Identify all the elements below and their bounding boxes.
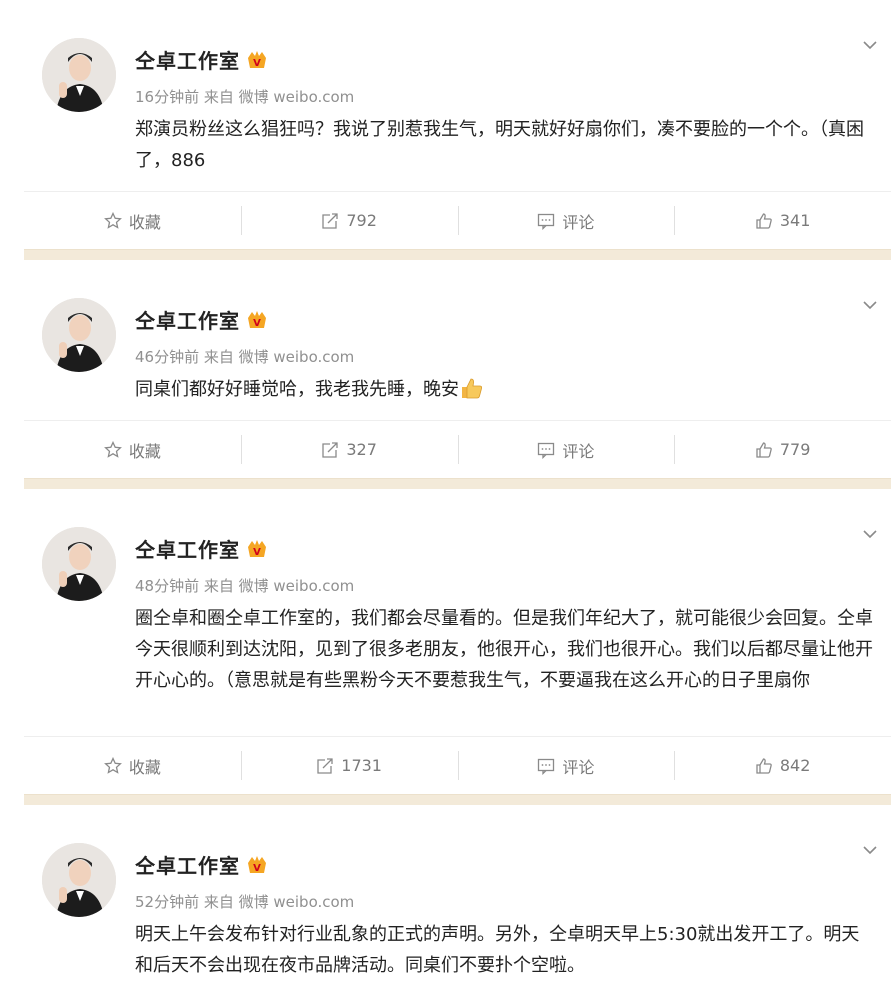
verified-badge-icon: V <box>248 310 266 329</box>
star-icon <box>103 211 122 229</box>
repost-button[interactable]: 327 <box>240 421 458 478</box>
avatar[interactable] <box>42 527 116 601</box>
favorite-button[interactable]: 收藏 <box>24 737 241 794</box>
avatar[interactable] <box>42 843 116 917</box>
post-divider <box>24 249 891 260</box>
svg-text:V: V <box>253 863 261 874</box>
post-meta: 16分钟前 来自 微博 weibo.com <box>135 88 355 106</box>
post-meta: 48分钟前 来自 微博 weibo.com <box>135 577 355 595</box>
star-icon <box>103 440 122 458</box>
post-text: 明天上午会发布针对行业乱象的正式的声明。另外，仝卓明天早上5:30就出发开工了。… <box>135 924 860 976</box>
svg-text:V: V <box>253 547 261 558</box>
like-icon <box>756 757 772 774</box>
comment-icon <box>538 758 555 775</box>
action-bar: 收藏 327 评论 779 <box>24 420 891 478</box>
post-text: 圈仝卓和圈仝卓工作室的，我们都会尽量看的。但是我们年纪大了，就可能很少会回复。仝… <box>135 608 873 691</box>
comment-button[interactable]: 评论 <box>457 421 675 478</box>
favorite-label: 收藏 <box>128 441 161 461</box>
avatar[interactable] <box>42 298 116 372</box>
like-button[interactable]: 842 <box>674 737 891 794</box>
like-icon <box>756 441 772 458</box>
repost-count: 792 <box>346 211 377 230</box>
post-divider <box>24 478 891 489</box>
like-count: 842 <box>779 756 811 775</box>
favorite-label: 收藏 <box>128 757 161 777</box>
like-button[interactable]: 341 <box>674 192 891 249</box>
avatar[interactable] <box>42 38 116 112</box>
like-count: 779 <box>779 440 811 459</box>
verified-badge-icon: V <box>248 855 266 874</box>
weibo-post: 仝卓工作室 V 48分钟前 来自 微博 weibo.com 圈仝卓和圈仝卓工作室… <box>0 489 891 794</box>
action-bar: 收藏 792 评论 341 <box>24 191 891 249</box>
post-text-container: 同桌们都好好睡觉哈，我老我先睡，晚安 <box>135 358 873 420</box>
svg-text:V: V <box>253 58 261 69</box>
favorite-button[interactable]: 收藏 <box>24 192 241 249</box>
weibo-post: 仝卓工作室 V 46分钟前 来自 微博 weibo.com 同桌们都好好睡觉哈，… <box>0 260 891 478</box>
chevron-down-icon[interactable] <box>863 298 877 312</box>
post-text: 郑演员粉丝这么猖狂吗？我说了别惹我生气，明天就好好扇你们，凑不要脸的一个个。（真… <box>135 119 864 171</box>
author-name[interactable]: 仝卓工作室 <box>135 45 240 74</box>
repost-button[interactable]: 792 <box>240 192 458 249</box>
post-divider <box>24 794 891 805</box>
verified-badge-icon: V <box>248 539 266 558</box>
comment-label: 评论 <box>562 757 595 777</box>
author-name[interactable]: 仝卓工作室 <box>135 534 240 563</box>
weibo-post: 仝卓工作室 V 16分钟前 来自 微博 weibo.com 郑演员粉丝这么猖狂吗… <box>0 0 891 249</box>
like-button[interactable]: 779 <box>674 421 891 478</box>
weibo-post: 仝卓工作室 V 52分钟前 来自 微博 weibo.com 明天上午会发布针对行… <box>0 805 891 981</box>
author-name[interactable]: 仝卓工作室 <box>135 305 240 334</box>
repost-count: 1731 <box>341 756 382 775</box>
post-text: 同桌们都好好睡觉哈，我老我先睡，晚安 <box>135 379 459 400</box>
repost-button[interactable]: 1731 <box>240 737 458 794</box>
comment-label: 评论 <box>562 212 595 232</box>
chevron-down-icon[interactable] <box>863 38 877 52</box>
author-name[interactable]: 仝卓工作室 <box>135 850 240 879</box>
comment-button[interactable]: 评论 <box>457 737 675 794</box>
repost-icon <box>322 441 338 458</box>
post-meta: 46分钟前 来自 微博 weibo.com <box>135 348 355 366</box>
like-count: 341 <box>779 211 811 230</box>
comment-label: 评论 <box>562 441 595 461</box>
chevron-down-icon[interactable] <box>863 527 877 541</box>
verified-badge-icon: V <box>248 50 266 69</box>
action-bar: 收藏 1731 评论 842 <box>24 736 891 794</box>
chevron-down-icon[interactable] <box>863 843 877 857</box>
repost-icon <box>322 212 338 229</box>
comment-icon <box>538 442 555 459</box>
repost-count: 327 <box>346 440 377 459</box>
comment-button[interactable]: 评论 <box>457 192 675 249</box>
favorite-label: 收藏 <box>128 212 161 232</box>
star-icon <box>103 756 122 774</box>
svg-text:V: V <box>253 318 261 329</box>
thumbs-up-emoji-icon <box>462 378 482 399</box>
like-icon <box>756 212 772 229</box>
repost-icon <box>317 757 333 774</box>
post-meta: 52分钟前 来自 微博 weibo.com <box>135 893 355 911</box>
favorite-button[interactable]: 收藏 <box>24 421 241 478</box>
comment-icon <box>538 213 555 230</box>
